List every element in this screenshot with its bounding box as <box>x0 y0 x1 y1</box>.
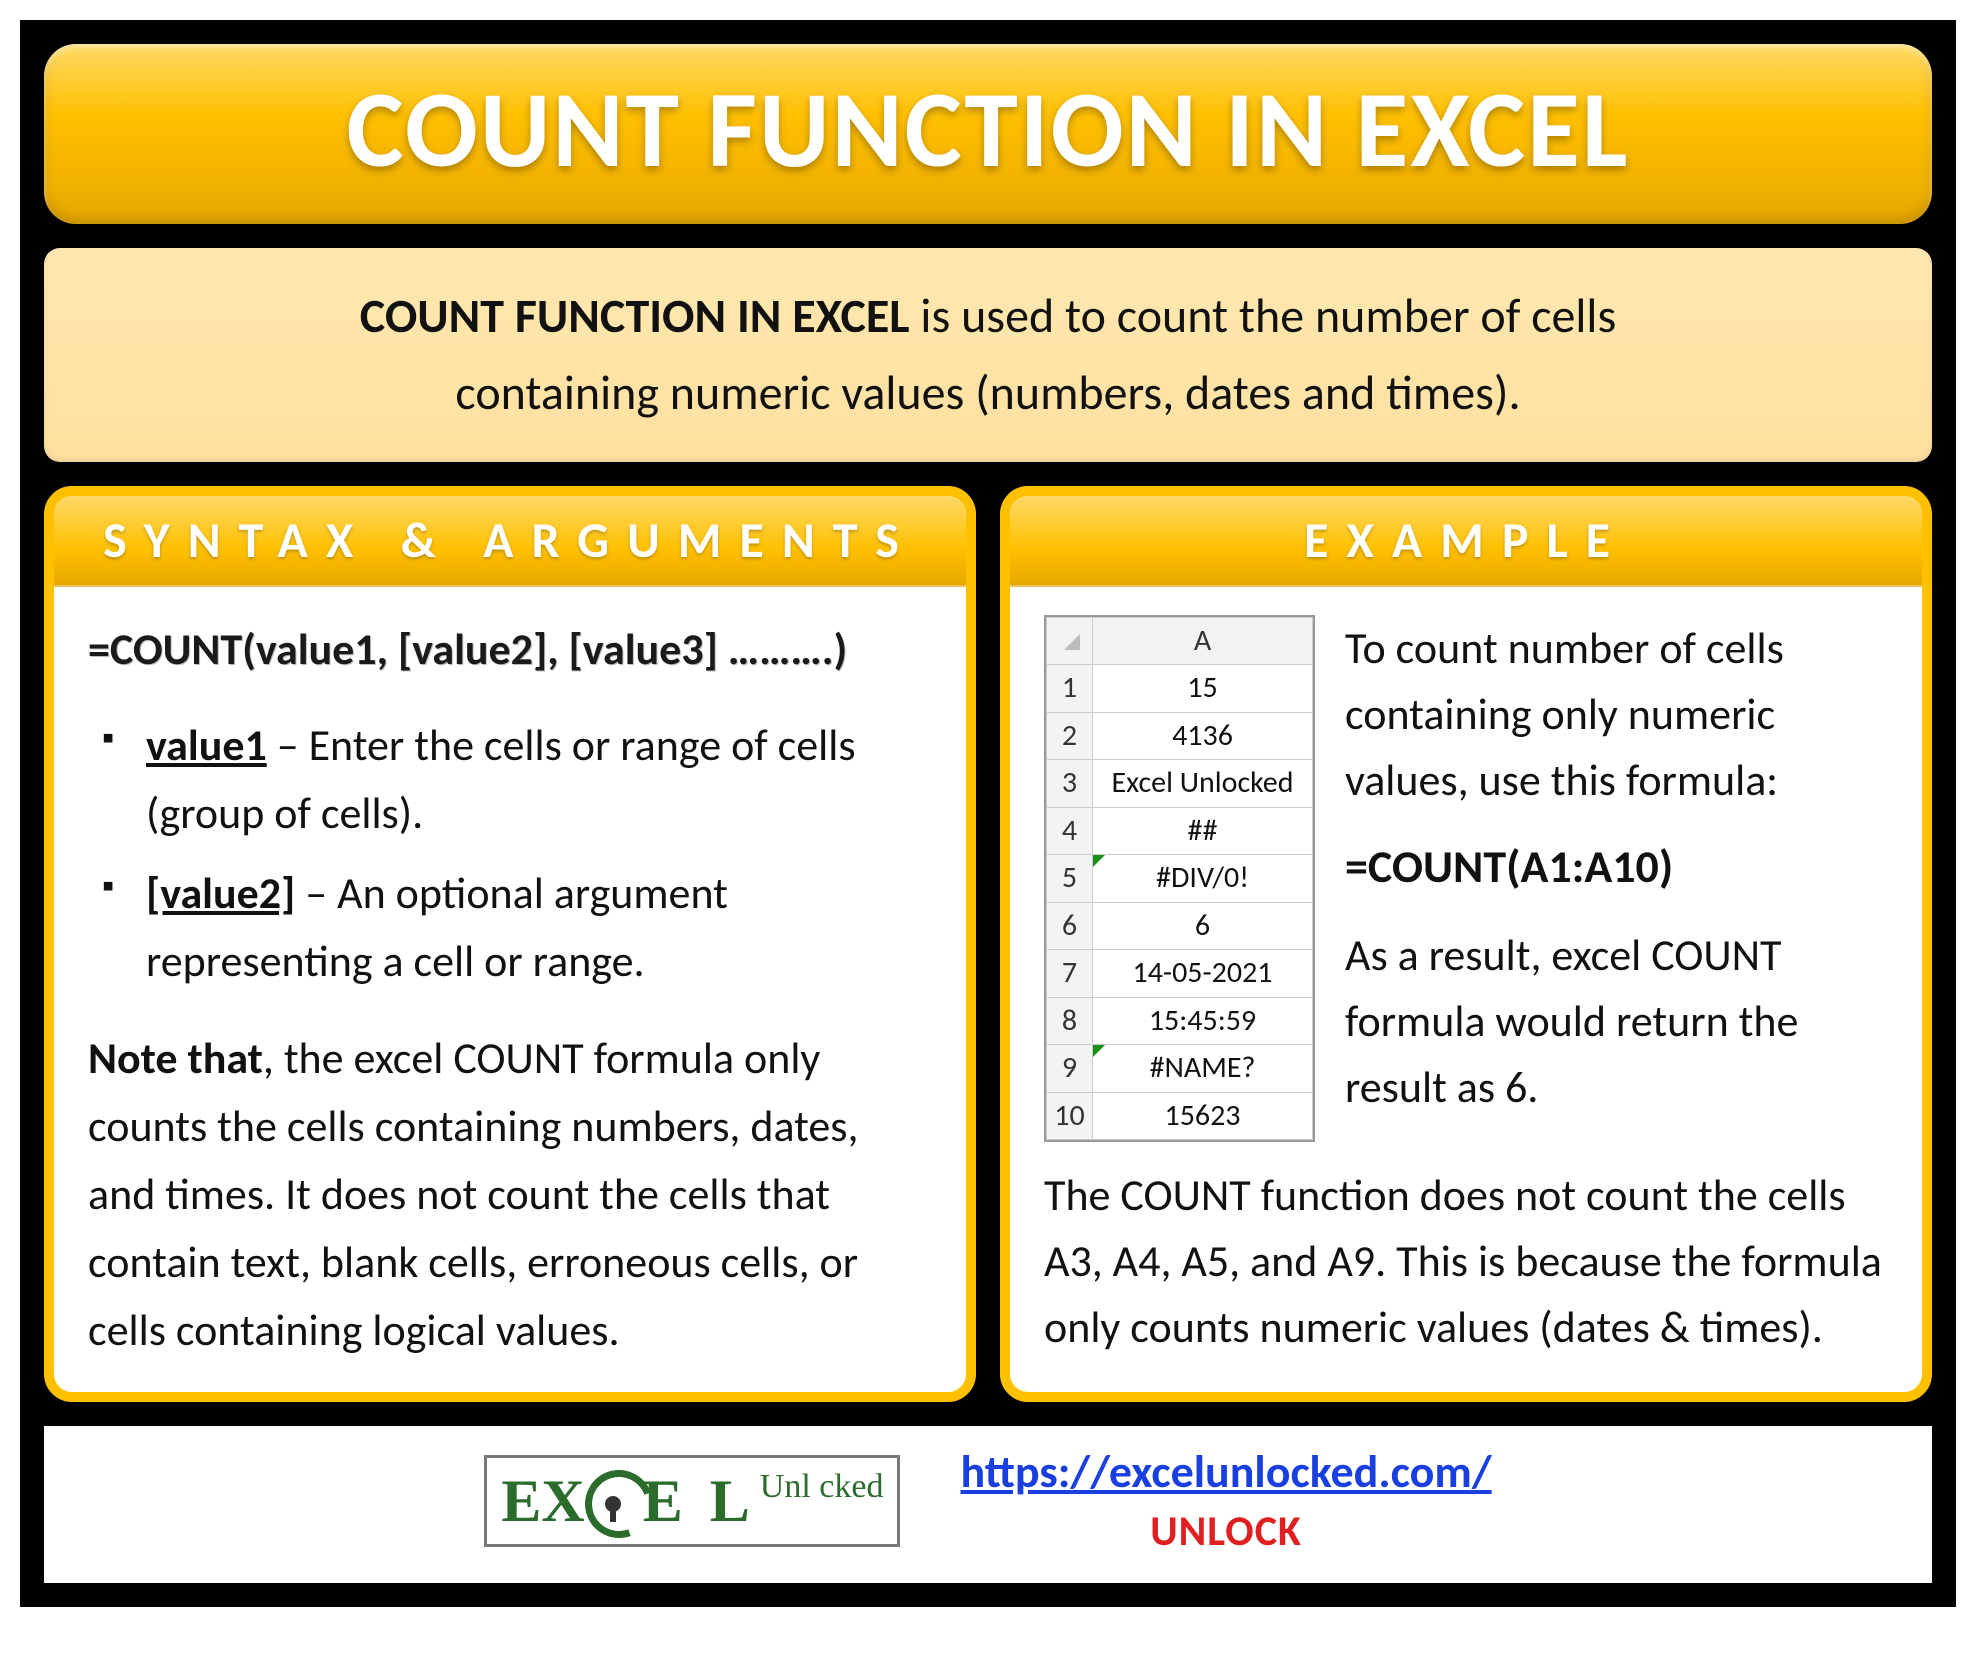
column-header-a: A <box>1093 617 1313 665</box>
example-panel: EXAMPLE A 115241363Excel Unlocked4##5#DI… <box>1000 486 1932 1403</box>
row-header: 7 <box>1047 950 1093 998</box>
sheet-cell: 6 <box>1093 902 1313 950</box>
footer-url-link[interactable]: https://excelunlocked.com/ <box>960 1444 1491 1500</box>
example-text-block: To count number of cells containing only… <box>1345 615 1888 1120</box>
row-header: 4 <box>1047 807 1093 855</box>
example-panel-header: EXAMPLE <box>1010 496 1922 587</box>
keyhole-icon <box>605 1496 621 1512</box>
sheet-cell: #NAME? <box>1093 1045 1313 1093</box>
title-bar: COUNT FUNCTION IN EXCEL <box>44 44 1932 224</box>
main-title: COUNT FUNCTION IN EXCEL <box>44 64 1932 196</box>
description-bar: COUNT FUNCTION IN EXCEL is used to count… <box>44 248 1932 462</box>
footer-links: https://excelunlocked.com/ UNLOCK <box>960 1444 1491 1557</box>
sheet-corner <box>1047 617 1093 665</box>
sheet-cell: 15 <box>1093 665 1313 713</box>
sheet-cell: ## <box>1093 807 1313 855</box>
sheet-cell: Excel Unlocked <box>1093 760 1313 808</box>
mini-spreadsheet: A 115241363Excel Unlocked4##5#DIV/0!6671… <box>1044 615 1315 1143</box>
description-lead: COUNT FUNCTION IN EXCEL <box>360 286 910 345</box>
sheet-cell: 4136 <box>1093 712 1313 760</box>
row-header: 10 <box>1047 1092 1093 1140</box>
argument-item: value1 – Enter the cells or range of cel… <box>102 711 932 847</box>
argument-name: [value2] <box>146 866 295 920</box>
logo-main-row: E X E L <box>501 1466 755 1536</box>
syntax-panel-header: SYNTAX & ARGUMENTS <box>54 496 966 587</box>
sheet-cell: 14-05-2021 <box>1093 950 1313 998</box>
syntax-formula: =COUNT(value1, [value2], [value3] ……….) <box>88 615 932 683</box>
example-formula: =COUNT(A1:A10) <box>1345 833 1888 902</box>
row-header: 9 <box>1047 1045 1093 1093</box>
description-line2: containing numeric values (numbers, date… <box>455 363 1520 422</box>
sheet-cell: 15623 <box>1093 1092 1313 1140</box>
description-rest1: is used to count the number of cells <box>910 286 1617 345</box>
logo-letter: E <box>501 1467 541 1536</box>
row-header: 6 <box>1047 902 1093 950</box>
example-top-row: A 115241363Excel Unlocked4##5#DIV/0!6671… <box>1044 615 1888 1143</box>
logo-letter: X <box>541 1467 584 1536</box>
select-all-icon <box>1060 630 1080 650</box>
example-below-text: The COUNT function does not count the ce… <box>1044 1162 1888 1360</box>
syntax-panel: SYNTAX & ARGUMENTS =COUNT(value1, [value… <box>44 486 976 1403</box>
argument-list: value1 – Enter the cells or range of cel… <box>88 711 932 996</box>
example-panel-body: A 115241363Excel Unlocked4##5#DIV/0!6671… <box>1010 587 1922 1389</box>
mini-spreadsheet-table: A 115241363Excel Unlocked4##5#DIV/0!6671… <box>1046 617 1313 1141</box>
excel-unlocked-logo: E X E L Unl cked <box>484 1455 900 1547</box>
argument-item: [value2] – An optional argument represen… <box>102 859 932 995</box>
row-header: 1 <box>1047 665 1093 713</box>
logo-letter: E L <box>643 1467 756 1536</box>
sheet-cell: #DIV/0! <box>1093 855 1313 903</box>
syntax-note: Note that, the excel COUNT formula only … <box>88 1024 932 1365</box>
note-lead: Note that <box>88 1031 263 1085</box>
example-result: As a result, excel COUNT formula would r… <box>1345 922 1888 1120</box>
footer: E X E L Unl cked https://excelunlocked.c… <box>44 1426 1932 1583</box>
syntax-panel-body: =COUNT(value1, [value2], [value3] ……….) … <box>54 587 966 1393</box>
logo-subtext: Unl cked <box>760 1468 884 1506</box>
footer-unlock-text: UNLOCK <box>1150 1506 1302 1557</box>
sheet-cell: 15:45:59 <box>1093 997 1313 1045</box>
row-header: 2 <box>1047 712 1093 760</box>
argument-name: value1 <box>146 718 267 772</box>
row-header: 8 <box>1047 997 1093 1045</box>
columns-wrapper: SYNTAX & ARGUMENTS =COUNT(value1, [value… <box>44 486 1932 1403</box>
row-header: 5 <box>1047 855 1093 903</box>
example-intro: To count number of cells containing only… <box>1345 615 1888 813</box>
row-header: 3 <box>1047 760 1093 808</box>
infographic-canvas: COUNT FUNCTION IN EXCEL COUNT FUNCTION I… <box>20 20 1956 1607</box>
logo-ring-icon <box>585 1466 643 1536</box>
